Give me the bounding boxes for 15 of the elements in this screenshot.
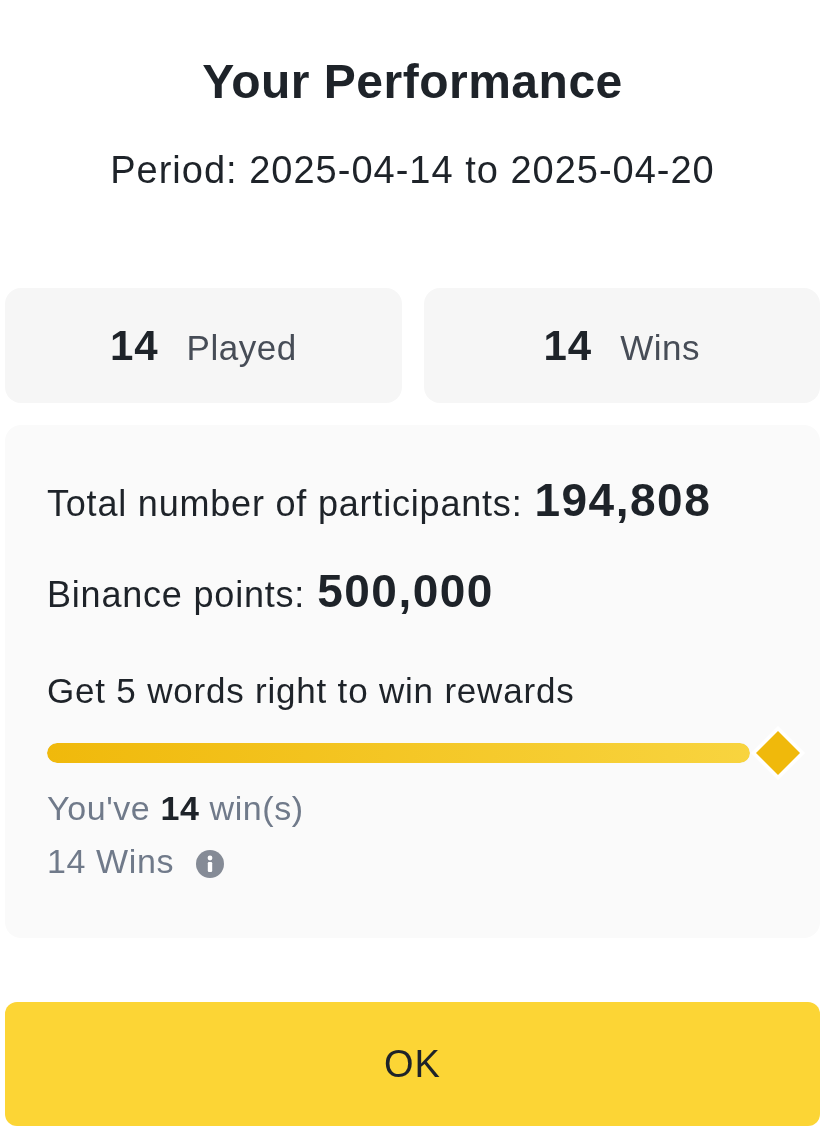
dialog-title: Your Performance <box>202 54 623 110</box>
stat-label: Played <box>186 326 297 368</box>
wins-count: 14 Wins <box>47 841 175 882</box>
stat-value: 14 <box>543 321 593 370</box>
summary-label: Binance points: <box>47 574 306 616</box>
period-text: Period: 2025-04-14 to 2025-04-20 <box>110 148 715 192</box>
ok-button[interactable]: OK <box>5 1002 820 1126</box>
info-icon[interactable] <box>196 850 225 878</box>
summary-label: Total number of participants: <box>47 483 523 525</box>
stat-value: 14 <box>109 321 159 370</box>
summary-value: 194,808 <box>534 473 712 527</box>
summary-value: 500,000 <box>317 564 494 618</box>
stat-label: Wins <box>620 326 700 368</box>
wins-text: You've 14 win(s) <box>47 788 304 829</box>
goal-text: Get 5 words right to win rewards <box>47 670 575 712</box>
